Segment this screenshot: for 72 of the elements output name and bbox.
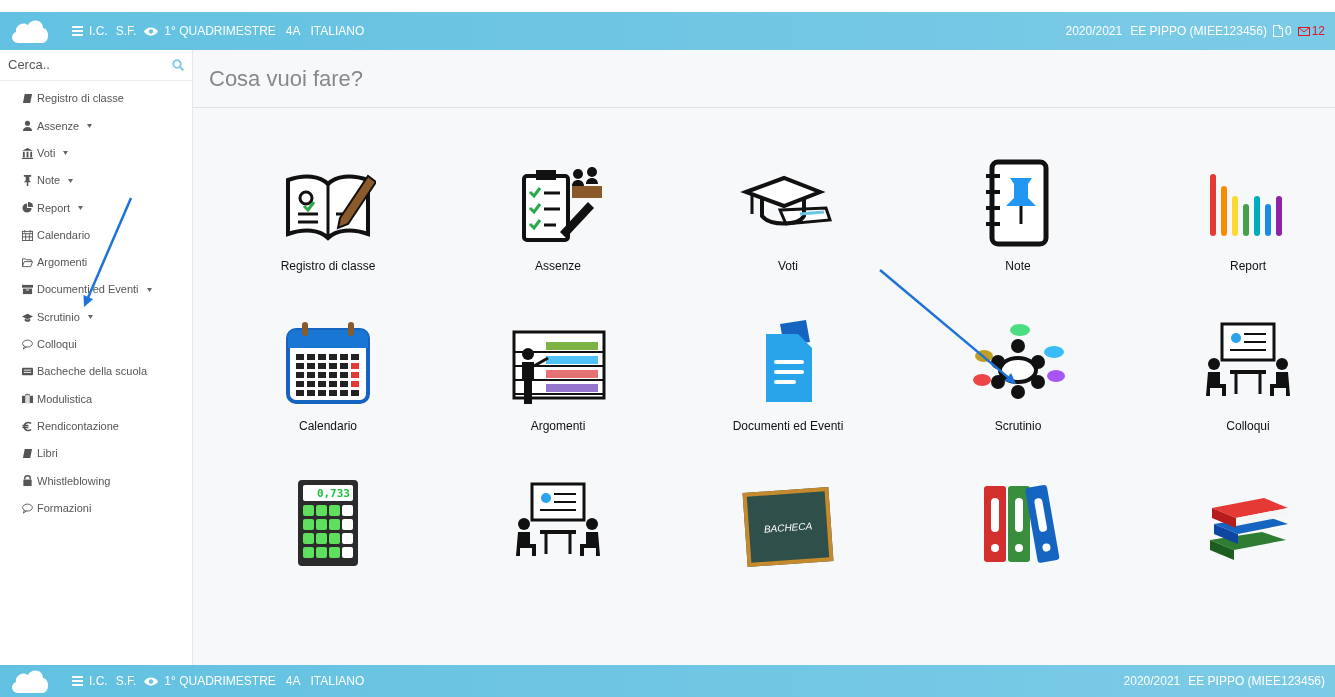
- sidebar-item[interactable]: Modulistica: [0, 385, 192, 413]
- sidebar-item[interactable]: Scrutinio: [0, 303, 192, 331]
- sidebar-item[interactable]: Rendicontazione: [0, 412, 192, 440]
- documents-count: 0: [1284, 23, 1292, 40]
- graduation-cap-icon: [22, 311, 33, 323]
- sidebar-item[interactable]: Formazioni: [0, 494, 192, 522]
- briefcase-icon: [22, 393, 33, 405]
- menu-icon[interactable]: [72, 676, 83, 686]
- search-icon[interactable]: [172, 59, 184, 71]
- euro-icon: [22, 420, 33, 432]
- caret-icon: [68, 178, 74, 183]
- school-year-label: 2020/2021: [1123, 673, 1181, 690]
- user-icon: [22, 120, 33, 132]
- speech-bubble-icon: [22, 502, 33, 514]
- messages-count: 12: [1311, 23, 1325, 40]
- pushpin-icon: [22, 175, 33, 187]
- sidebar-item[interactable]: Bacheche della scuola: [0, 357, 192, 386]
- document-icon[interactable]: [1272, 25, 1283, 37]
- caret-icon: [63, 151, 69, 156]
- tile-label[interactable]: Report: [1230, 258, 1266, 274]
- lock-icon: [22, 475, 33, 487]
- school-year-label: 2020/2021: [1065, 23, 1123, 40]
- archive-icon: [22, 284, 33, 296]
- calculator-display: 0,733: [316, 487, 350, 499]
- class-label: 4A: [285, 23, 301, 40]
- sidebar-item[interactable]: Documenti ed Eventi: [0, 276, 192, 304]
- sidebar-item[interactable]: Report: [0, 194, 192, 222]
- sidebar-item[interactable]: Voti: [0, 139, 192, 167]
- caret-icon: [78, 205, 84, 210]
- calendar-icon: [22, 229, 33, 241]
- eye-icon: [144, 676, 159, 686]
- bank-icon: [22, 147, 33, 159]
- tile-label[interactable]: Calendario: [298, 418, 357, 434]
- menu-icon[interactable]: [72, 26, 83, 36]
- book-icon: [22, 448, 33, 459]
- tile-label[interactable]: Note: [1005, 258, 1031, 274]
- sidebar-item[interactable]: Note: [0, 166, 192, 195]
- tile-label[interactable]: Assenze: [535, 258, 581, 274]
- pie-chart-icon: [22, 202, 33, 214]
- period-label: 1° QUADRIMESTRE: [164, 23, 276, 40]
- caret-icon: [87, 123, 93, 128]
- folder-icon: [22, 256, 33, 268]
- board-icon: [22, 366, 33, 378]
- sidebar-item[interactable]: Argomenti: [0, 248, 192, 277]
- tile-label[interactable]: Voti: [778, 258, 798, 274]
- tile-label[interactable]: Colloqui: [1226, 418, 1270, 434]
- sidebar-item[interactable]: Assenze: [0, 112, 192, 140]
- tile-label[interactable]: Documenti ed Eventi: [732, 418, 844, 434]
- caret-icon: [87, 315, 93, 319]
- subject-label: ITALIANO: [310, 23, 365, 40]
- sidebar-item[interactable]: Registro di classe: [0, 85, 192, 113]
- speech-bubble-icon: [22, 338, 33, 350]
- period-label: 1° QUADRIMESTRE: [164, 673, 276, 690]
- page-title: Cosa vuoi fare?: [209, 65, 364, 93]
- caret-icon: [146, 287, 152, 292]
- subject-label: ITALIANO: [310, 673, 365, 690]
- tile-label[interactable]: Scrutinio: [994, 418, 1042, 434]
- cloud-logo-icon: [10, 668, 50, 694]
- eye-icon: [144, 26, 159, 36]
- tile-label[interactable]: Registro di classe: [280, 258, 376, 274]
- book-icon: [22, 93, 33, 105]
- sidebar-item[interactable]: Whistleblowing: [0, 467, 192, 495]
- mail-icon[interactable]: [1297, 26, 1310, 36]
- class-label: 4A: [285, 673, 301, 690]
- cloud-logo-icon: [10, 18, 50, 44]
- tile-label[interactable]: Argomenti: [530, 418, 586, 434]
- keypad-drawing: [303, 505, 353, 559]
- search-field[interactable]: Cerca..: [8, 55, 172, 75]
- sidebar-item[interactable]: Colloqui: [0, 330, 192, 358]
- sidebar-item[interactable]: Calendario: [0, 221, 192, 249]
- sidebar-item[interactable]: Libri: [0, 439, 192, 468]
- chalkboard-text: BACHECA: [763, 518, 813, 537]
